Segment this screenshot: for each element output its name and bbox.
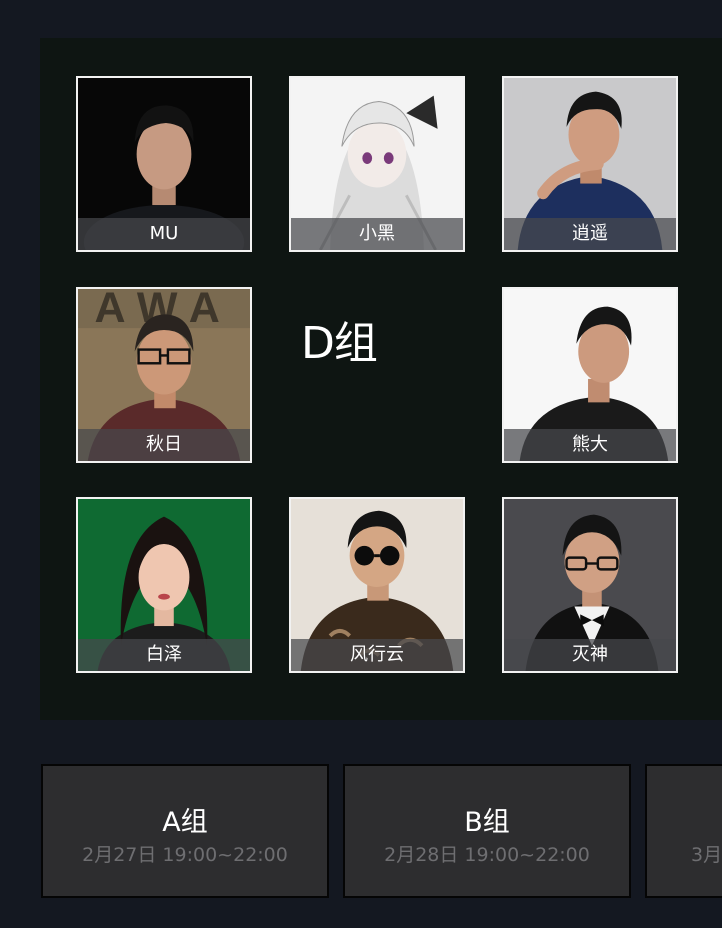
tab-time: 2月27日 19:00~22:00 (82, 844, 288, 866)
player-card-mu[interactable]: MU (76, 76, 252, 252)
tab-title: A组 (162, 807, 208, 838)
player-name: 熊大 (504, 429, 676, 461)
tab-time: 2月28日 19:00~22:00 (384, 844, 590, 866)
tab-time: 3月 (691, 844, 722, 866)
player-name: MU (78, 218, 250, 250)
tab-group-c[interactable]: C组 3月 (645, 764, 722, 898)
player-name: 逍遥 (504, 218, 676, 250)
player-name: 白泽 (78, 639, 250, 671)
player-name: 小黑 (291, 218, 463, 250)
tab-group-b[interactable]: B组 2月28日 19:00~22:00 (343, 764, 631, 898)
player-card-fengxingyun[interactable]: 风行云 (289, 497, 465, 673)
tab-title: B组 (464, 807, 510, 838)
player-card-baize[interactable]: 白泽 (76, 497, 252, 673)
player-card-xiaoyao[interactable]: 逍遥 (502, 76, 678, 252)
tab-group-a[interactable]: A组 2月27日 19:00~22:00 (41, 764, 329, 898)
group-title: D组 (301, 318, 378, 369)
player-card-mieshen[interactable]: 灭神 (502, 497, 678, 673)
player-name: 风行云 (291, 639, 463, 671)
player-card-xiongda[interactable]: 熊大 (502, 287, 678, 463)
player-card-xiaohei[interactable]: 小黑 (289, 76, 465, 252)
player-name: 灭神 (504, 639, 676, 671)
player-card-qiuri[interactable]: AWA 秋日 (76, 287, 252, 463)
player-name: 秋日 (78, 429, 250, 461)
